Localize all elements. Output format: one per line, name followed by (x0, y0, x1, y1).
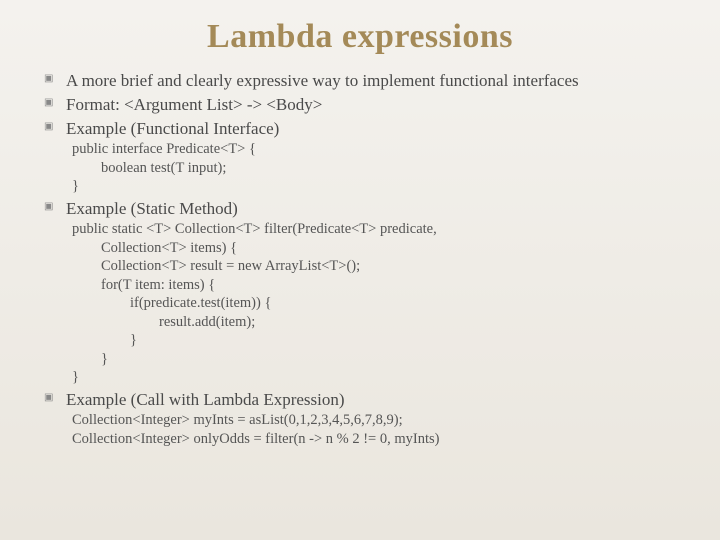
code-block: public static <T> Collection<T> filter(P… (66, 220, 680, 387)
bullet-item: Format: <Argument List> -> <Body> (44, 94, 680, 116)
slide: Lambda expressions A more brief and clea… (0, 0, 720, 490)
bullet-text: Format: <Argument List> -> <Body> (66, 94, 680, 116)
bullet-item: Example (Static Method) public static <T… (44, 198, 680, 387)
bullet-item: A more brief and clearly expressive way … (44, 70, 680, 92)
slide-title: Lambda expressions (40, 18, 680, 56)
bullet-item: Example (Call with Lambda Expression) Co… (44, 389, 680, 448)
code-block: public interface Predicate<T> { boolean … (66, 140, 680, 196)
bullet-text: Example (Call with Lambda Expression) (66, 389, 680, 411)
bullet-text: Example (Static Method) (66, 198, 680, 220)
bullet-list: A more brief and clearly expressive way … (40, 70, 680, 448)
bullet-text: Example (Functional Interface) (66, 118, 680, 140)
bullet-text: A more brief and clearly expressive way … (66, 70, 680, 92)
code-block: Collection<Integer> myInts = asList(0,1,… (66, 411, 680, 448)
bullet-item: Example (Functional Interface) public in… (44, 118, 680, 196)
